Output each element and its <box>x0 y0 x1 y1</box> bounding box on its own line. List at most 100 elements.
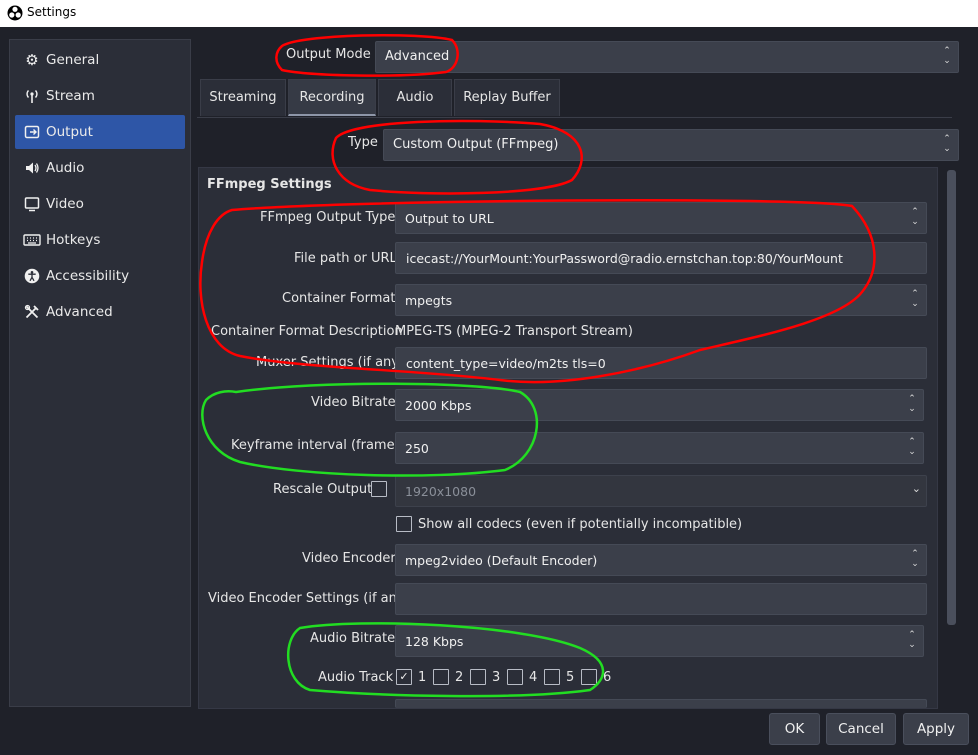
container-description-value: MPEG-TS (MPEG-2 Transport Stream) <box>395 324 633 339</box>
ok-button[interactable]: OK <box>769 713 820 745</box>
chevron-down-icon: ⌄ <box>911 482 921 495</box>
audio-bitrate-label: Audio Bitrate <box>310 631 396 646</box>
window-title: Settings <box>27 5 77 19</box>
muxer-settings-value: content_type=video/m2ts tls=0 <box>406 356 606 371</box>
recording-type-select[interactable]: Custom Output (FFmpeg) ⌃ ⌄ <box>383 129 959 161</box>
container-description-label: Container Format Description <box>211 324 403 339</box>
obs-logo-icon <box>7 5 23 21</box>
sidebar-item-label: Stream <box>46 88 95 104</box>
video-encoder-value: mpeg2video (Default Encoder) <box>405 553 598 568</box>
video-encoder-settings-input[interactable] <box>395 583 927 615</box>
output-mode-label: Output Mode <box>286 47 371 62</box>
ffmpeg-output-type-select[interactable]: Output to URL ⌃ ⌄ <box>395 202 927 234</box>
accessibility-icon <box>23 267 41 285</box>
ok-button-label: OK <box>784 721 805 737</box>
sidebar-item-label: General <box>46 52 100 68</box>
spinner-arrows-icon: ⌃ ⌄ <box>943 134 951 154</box>
audio-track-4-checkbox[interactable] <box>507 669 523 685</box>
file-path-value: icecast://YourMount:YourPassword@radio.e… <box>406 251 843 266</box>
file-path-input[interactable]: icecast://YourMount:YourPassword@radio.e… <box>395 242 927 274</box>
show-all-codecs-label: Show all codecs (even if potentially inc… <box>418 517 743 532</box>
audio-track-label: Audio Track <box>318 670 394 685</box>
audio-track-1-checkbox[interactable]: ✓ <box>396 669 412 685</box>
spinner-arrows-icon: ⌃ ⌄ <box>911 289 919 309</box>
title-bar: Settings <box>0 0 978 27</box>
spinner-arrows-icon: ⌃ ⌄ <box>908 437 916 457</box>
sidebar-item-hotkeys[interactable]: Hotkeys <box>15 223 185 257</box>
muxer-settings-label: Muxer Settings (if any) <box>256 355 405 370</box>
audio-track-4-label: 4 <box>529 670 538 685</box>
cancel-button[interactable]: Cancel <box>826 713 896 745</box>
show-all-codecs-checkbox[interactable] <box>396 516 412 532</box>
sidebar-item-advanced[interactable]: Advanced <box>15 295 185 329</box>
audio-bitrate-value: 128 Kbps <box>405 634 464 649</box>
keyframe-interval-value: 250 <box>405 441 429 456</box>
keyframe-interval-spinbox[interactable]: 250 ⌃ ⌄ <box>395 432 924 464</box>
output-mode-value: Advanced <box>385 49 450 64</box>
cancel-button-label: Cancel <box>838 721 884 737</box>
keyboard-icon <box>23 231 41 249</box>
sidebar-item-accessibility[interactable]: Accessibility <box>15 259 185 293</box>
file-path-label: File path or URL <box>294 251 397 266</box>
audio-track-6-checkbox[interactable] <box>581 669 597 685</box>
apply-button[interactable]: Apply <box>903 713 969 745</box>
audio-track-2-checkbox[interactable] <box>433 669 449 685</box>
tab-audio[interactable]: Audio <box>378 79 452 116</box>
sidebar-item-video[interactable]: Video <box>15 187 185 221</box>
sidebar-item-label: Output <box>46 124 93 140</box>
rescale-resolution-select[interactable]: 1920x1080 ⌄ <box>395 475 927 507</box>
video-encoder-select[interactable]: mpeg2video (Default Encoder) ⌃ ⌄ <box>395 544 927 576</box>
output-icon <box>23 123 41 141</box>
tab-label: Recording <box>299 90 365 105</box>
spinner-arrows-icon: ⌃ ⌄ <box>943 46 951 66</box>
gear-icon: ⚙ <box>25 51 39 69</box>
muxer-settings-input[interactable]: content_type=video/m2ts tls=0 <box>395 347 927 379</box>
output-mode-select[interactable]: Advanced ⌃ ⌄ <box>375 41 959 73</box>
rescale-output-label: Rescale Output <box>273 482 373 497</box>
spinner-arrows-icon: ⌃ ⌄ <box>908 394 916 414</box>
rescale-output-checkbox[interactable] <box>371 481 387 497</box>
audio-track-6-label: 6 <box>603 670 612 685</box>
audio-track-3-checkbox[interactable] <box>470 669 486 685</box>
audio-bitrate-spinbox[interactable]: 128 Kbps ⌃ ⌄ <box>395 625 924 657</box>
sidebar-item-label: Audio <box>46 160 85 176</box>
spinner-arrows-icon: ⌃ ⌄ <box>911 207 919 227</box>
scrollbar-thumb[interactable] <box>947 170 956 625</box>
sidebar-item-label: Accessibility <box>46 268 130 284</box>
audio-track-5-checkbox[interactable] <box>544 669 560 685</box>
tab-label: Replay Buffer <box>463 90 551 105</box>
video-encoder-settings-label: Video Encoder Settings (if any) <box>208 591 410 606</box>
next-field-partial <box>395 699 927 708</box>
type-label: Type <box>348 135 378 150</box>
sidebar-item-output[interactable]: Output <box>15 115 185 149</box>
recording-type-value: Custom Output (FFmpeg) <box>393 137 559 152</box>
ffmpeg-output-type-label: FFmpeg Output Type <box>260 210 396 225</box>
tab-streaming[interactable]: Streaming <box>200 79 286 116</box>
video-bitrate-label: Video Bitrate <box>311 395 396 410</box>
tab-label: Streaming <box>209 90 277 105</box>
sidebar-item-stream[interactable]: Stream <box>15 79 185 113</box>
apply-button-label: Apply <box>916 721 956 737</box>
container-format-select[interactable]: mpegts ⌃ ⌄ <box>395 284 927 316</box>
tab-recording[interactable]: Recording <box>288 79 376 116</box>
speaker-icon <box>23 159 41 177</box>
sidebar-item-audio[interactable]: Audio <box>15 151 185 185</box>
sidebar-item-label: Video <box>46 196 84 212</box>
tools-icon <box>23 303 41 321</box>
tab-divider <box>197 117 952 118</box>
video-bitrate-spinbox[interactable]: 2000 Kbps ⌃ ⌄ <box>395 389 924 421</box>
video-encoder-label: Video Encoder <box>302 551 396 566</box>
keyframe-interval-label: Keyframe interval (frames) <box>231 438 407 453</box>
audio-track-1-label: 1 <box>418 670 427 685</box>
tab-label: Audio <box>396 90 434 105</box>
antenna-icon <box>23 87 41 105</box>
sidebar-item-general[interactable]: ⚙ General <box>15 43 185 77</box>
tab-replay-buffer[interactable]: Replay Buffer <box>454 79 560 116</box>
spinner-arrows-icon: ⌃ ⌄ <box>908 630 916 650</box>
settings-sidebar: ⚙ General Stream Output Audio Video Hotk… <box>9 39 191 707</box>
audio-track-3-label: 3 <box>492 670 501 685</box>
spinner-arrows-icon: ⌃ ⌄ <box>911 549 919 569</box>
group-title: FFmpeg Settings <box>207 177 332 192</box>
rescale-resolution-value: 1920x1080 <box>405 484 477 499</box>
container-format-value: mpegts <box>405 293 453 308</box>
